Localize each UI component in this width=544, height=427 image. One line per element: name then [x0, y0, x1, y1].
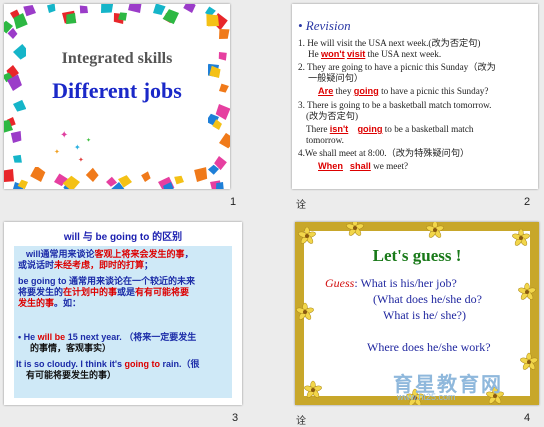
- svg-text:✦: ✦: [74, 143, 81, 152]
- svg-text:✦: ✦: [86, 137, 91, 144]
- exercise-line: 一般疑问句）: [308, 73, 364, 83]
- svg-text:✦: ✦: [60, 130, 68, 141]
- exercise-line: There isn't going to be a basketball mat…: [306, 124, 474, 134]
- guess-question: What is he/ she?): [383, 308, 466, 322]
- rule-text: 发生的事。如：: [18, 298, 82, 308]
- exercise-line: 4.We shall meet at 8:00.（改为特殊疑问句）: [298, 148, 470, 158]
- exercise-line: 2. They are going to have a picnic this …: [298, 62, 496, 72]
- exercise-line: Are they going to have a picnic this Sun…: [318, 86, 489, 96]
- guess-question: Guess: What is his/her job?: [325, 276, 457, 290]
- slide-2-note-marker: 诠: [296, 200, 306, 211]
- svg-text:✦: ✦: [78, 156, 84, 164]
- slide-thumbnail-1[interactable]: Integrated skills Different jobs ✦ ✦ ✦ ✦…: [4, 4, 230, 189]
- rule-text: 或说话时未经考虑，即时的打算；: [18, 260, 154, 270]
- svg-text:✦: ✦: [54, 148, 60, 156]
- rule-text: will通常用来谈论客观上将来会发生的事，: [26, 249, 194, 259]
- example-sentence: • He will be 15 next year. （将来一定要发生: [18, 332, 197, 342]
- example-note: 的事情，客观事实）: [30, 343, 112, 353]
- exercise-line: He won't visit the USA next week.: [308, 49, 442, 59]
- exercise-line: 3. There is going to be a basketball mat…: [298, 100, 492, 110]
- slide-thumbnail-4[interactable]: Let's guess ! Guess: What is his/her job…: [295, 222, 539, 405]
- slide-number-3: 3: [232, 412, 239, 424]
- slide-1-content: Integrated skills Different jobs ✦ ✦ ✦ ✦…: [26, 26, 208, 167]
- slide-number-1: 1: [230, 196, 237, 208]
- rule-text: be going to 通常用来谈论在一个较近的未来: [18, 276, 195, 286]
- slide-thumbnail-2[interactable]: • Revision 1. He will visit the USA next…: [292, 4, 538, 189]
- slide-thumbnail-3[interactable]: will 与 be going to 的区别 will通常用来谈论客观上将来会发…: [4, 222, 242, 405]
- guess-question: (What does he/she do?: [373, 292, 482, 306]
- guess-question: Where does he/she work?: [367, 340, 491, 354]
- slide-number-2: 2: [524, 196, 531, 208]
- slide-2-heading: • Revision: [298, 18, 351, 33]
- rule-text: 将要发生的在计划中的事或是有有可能将要: [18, 287, 190, 297]
- exercise-line: tomorrow.: [306, 135, 344, 145]
- watermark-url: www.ht25.com: [397, 392, 456, 402]
- exercise-line: When shall we meet?: [318, 161, 409, 171]
- example-note: 有可能将要发生的事）: [26, 370, 117, 380]
- exercise-line: 1. He will visit the USA next week.(改为否定…: [298, 38, 481, 48]
- exercise-line: (改为否定句): [306, 111, 359, 121]
- slide-4-title: Let's guess !: [372, 246, 462, 265]
- example-sentence: It is so cloudy. I think it's going to r…: [16, 359, 200, 369]
- sparkle-icons: ✦ ✦ ✦ ✦ ✦: [54, 130, 91, 164]
- slide-3-heading: will 与 be going to 的区别: [63, 232, 183, 243]
- slide-number-4: 4: [524, 412, 531, 424]
